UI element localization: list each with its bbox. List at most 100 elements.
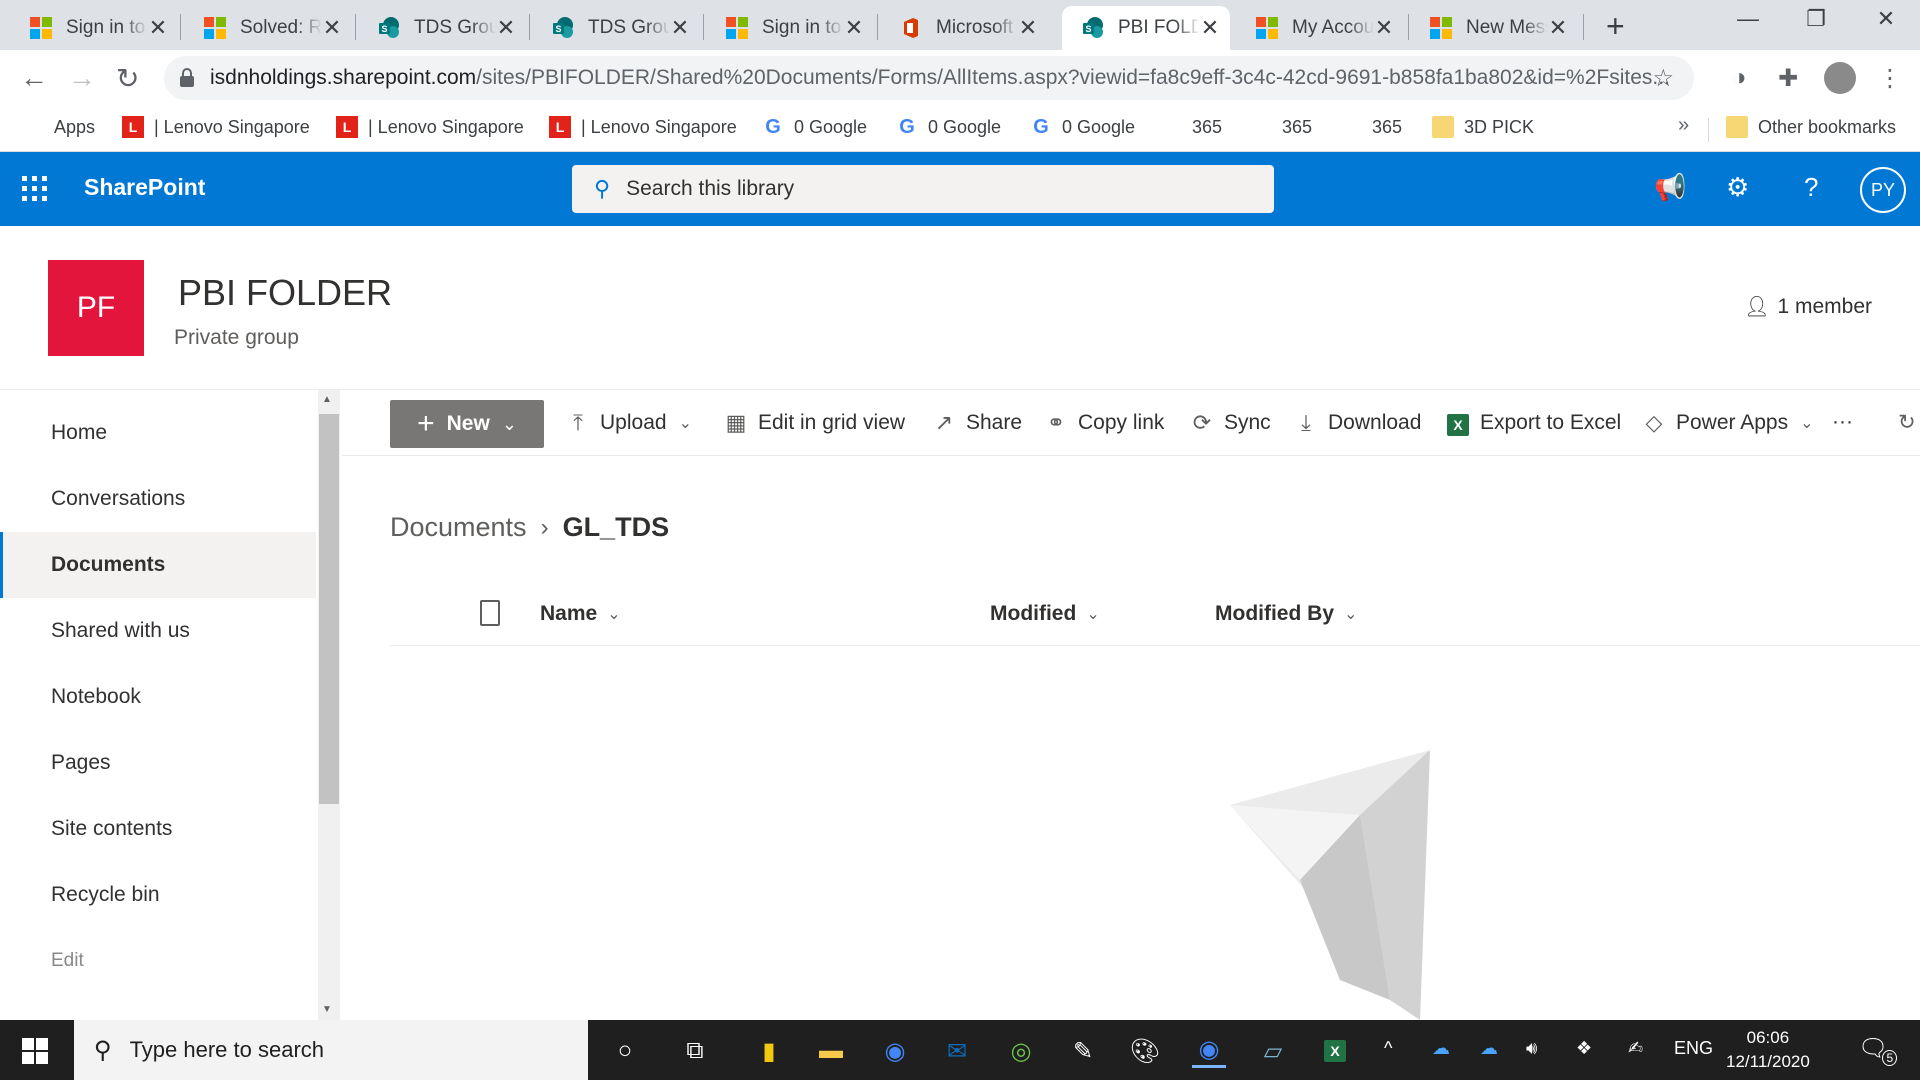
task-view-icon[interactable]: ⧉ bbox=[678, 1034, 712, 1068]
breadcrumb-documents-link[interactable]: Documents bbox=[390, 512, 527, 543]
upload-button[interactable]: ⤒ Upload ⌄ bbox=[566, 410, 692, 436]
forward-arrow-icon[interactable]: → bbox=[68, 62, 96, 94]
volume-icon[interactable]: 🔊︎ bbox=[1526, 1038, 1537, 1059]
nav-edit-link[interactable]: Edit bbox=[0, 928, 316, 994]
taskbar-search-input[interactable]: ⚲ Type here to search bbox=[74, 1020, 588, 1080]
show-hidden-icons-chevron[interactable]: ^ bbox=[1384, 1038, 1392, 1059]
extensions-puzzle-icon[interactable]: ✚ bbox=[1778, 64, 1798, 93]
edit-grid-view-button[interactable]: ▦ Edit in grid view bbox=[724, 410, 905, 436]
more-bookmarks-chevron-icon[interactable]: » bbox=[1678, 114, 1689, 137]
browser-tab[interactable]: Solved: Re ✕ bbox=[184, 6, 352, 50]
browser-tab-active[interactable]: S PBI FOLDER ✕ bbox=[1062, 6, 1230, 50]
browser-tab[interactable]: S TDS Group ✕ bbox=[358, 6, 526, 50]
app-launcher-waffle-icon[interactable] bbox=[22, 176, 47, 201]
members-button[interactable]: 👤︎ 1 member bbox=[1744, 294, 1872, 319]
column-name[interactable]: Name ⌄ bbox=[540, 602, 621, 626]
bookmark-google[interactable]: G 0 Google bbox=[762, 116, 867, 138]
sharepoint-brand[interactable]: SharePoint bbox=[84, 174, 205, 201]
bookmark-365[interactable]: 365 bbox=[1250, 116, 1312, 138]
browser-tab[interactable]: Sign in to ✕ bbox=[10, 6, 178, 50]
close-tab-icon[interactable]: ✕ bbox=[844, 15, 864, 41]
excel-taskbar-icon[interactable]: X bbox=[1318, 1034, 1352, 1068]
nav-item-conversations[interactable]: Conversations bbox=[0, 466, 316, 532]
search-library-input[interactable]: ⚲ Search this library bbox=[572, 165, 1274, 213]
nav-item-home[interactable]: Home bbox=[0, 400, 316, 466]
bookmark-apps[interactable]: Apps bbox=[22, 116, 95, 138]
column-modified-by[interactable]: Modified By ⌄ bbox=[1215, 602, 1357, 626]
bookmark-google[interactable]: G 0 Google bbox=[1030, 116, 1135, 138]
nav-item-pages[interactable]: Pages bbox=[0, 730, 316, 796]
cortana-circle-icon[interactable]: ○ bbox=[608, 1034, 642, 1068]
reload-icon[interactable]: ↻ bbox=[116, 62, 139, 95]
notifications-icon[interactable]: 🗨︎5 bbox=[1858, 1034, 1903, 1066]
close-tab-icon[interactable]: ✕ bbox=[322, 15, 342, 41]
nav-scrollbar[interactable]: ▲ ▼ bbox=[318, 390, 340, 1020]
windows-start-icon[interactable] bbox=[22, 1038, 48, 1064]
new-tab-plus-icon[interactable]: + bbox=[1606, 8, 1625, 45]
other-bookmarks[interactable]: Other bookmarks bbox=[1726, 116, 1896, 138]
nav-item-documents[interactable]: Documents bbox=[0, 532, 316, 598]
clock[interactable]: 06:06 12/11/2020 bbox=[1726, 1026, 1810, 1074]
nav-item-recycle-bin[interactable]: Recycle bin bbox=[0, 862, 316, 928]
bookmark-lenovo[interactable]: L | Lenovo Singapore bbox=[122, 116, 310, 138]
browser-tab[interactable]: New Mess ✕ bbox=[1410, 6, 1578, 50]
close-tab-icon[interactable]: ✕ bbox=[1018, 15, 1038, 41]
nav-item-shared-with-us[interactable]: Shared with us bbox=[0, 598, 316, 664]
copy-link-button[interactable]: ⚭ Copy link bbox=[1044, 410, 1165, 436]
bookmark-lenovo[interactable]: L | Lenovo Singapore bbox=[336, 116, 524, 138]
restore-icon[interactable]: ❐ bbox=[1786, 6, 1846, 32]
browser-menu-icon[interactable]: ⋮ bbox=[1878, 64, 1902, 93]
bookmark-google[interactable]: G 0 Google bbox=[896, 116, 1001, 138]
bookmark-star-icon[interactable]: ☆ bbox=[1652, 64, 1674, 93]
download-button[interactable]: ⤓ Download bbox=[1294, 410, 1421, 436]
notes-pen-icon[interactable]: ✎ bbox=[1066, 1034, 1100, 1068]
site-logo[interactable]: PF bbox=[48, 260, 144, 356]
close-tab-icon[interactable]: ✕ bbox=[1548, 15, 1568, 41]
more-commands-ellipsis[interactable]: ··· bbox=[1832, 410, 1853, 434]
close-tab-icon[interactable]: ✕ bbox=[148, 15, 168, 41]
new-button[interactable]: + New ⌄ bbox=[390, 400, 544, 448]
bookmark-lenovo[interactable]: L | Lenovo Singapore bbox=[549, 116, 737, 138]
browser-tab[interactable]: Microsoft ✕ bbox=[880, 6, 1048, 50]
close-tab-icon[interactable]: ✕ bbox=[1200, 15, 1220, 41]
onedrive-business-cloud-icon[interactable]: ☁ bbox=[1480, 1038, 1498, 1059]
onedrive-cloud-icon[interactable]: ☁ bbox=[1432, 1038, 1450, 1059]
bookmark-3d-pick[interactable]: 3D PICK bbox=[1432, 116, 1534, 138]
language-indicator[interactable]: ENG bbox=[1674, 1038, 1713, 1059]
file-explorer-icon[interactable]: ▬ bbox=[814, 1034, 848, 1068]
share-button[interactable]: ↗ Share bbox=[932, 410, 1022, 436]
pen-icon[interactable]: ✍ bbox=[1628, 1038, 1643, 1059]
close-tab-icon[interactable]: ✕ bbox=[670, 15, 690, 41]
power-bi-icon[interactable]: ▮ bbox=[752, 1034, 786, 1068]
back-arrow-icon[interactable]: ← bbox=[20, 62, 48, 94]
paint-icon[interactable]: 🎨︎ bbox=[1128, 1034, 1162, 1068]
dropbox-icon[interactable]: ❖ bbox=[1576, 1038, 1592, 1059]
refresh-icon[interactable]: ↻ bbox=[1898, 410, 1916, 435]
extension-circle-icon[interactable]: ◑ bbox=[1732, 64, 1747, 92]
close-window-icon[interactable]: ✕ bbox=[1856, 6, 1916, 32]
profile-avatar-icon[interactable] bbox=[1824, 62, 1856, 94]
power-apps-button[interactable]: ◇ Power Apps ⌄ bbox=[1642, 410, 1814, 436]
export-to-excel-button[interactable]: X Export to Excel bbox=[1446, 410, 1621, 436]
chrome-icon[interactable]: ◉ bbox=[878, 1034, 912, 1068]
bookmark-365[interactable]: 365 bbox=[1340, 116, 1402, 138]
minimize-icon[interactable]: — bbox=[1718, 6, 1778, 32]
file-type-icon[interactable] bbox=[480, 600, 500, 626]
qlik-icon[interactable]: ◎ bbox=[1004, 1034, 1038, 1068]
nav-item-site-contents[interactable]: Site contents bbox=[0, 796, 316, 862]
browser-tab[interactable]: My Accou ✕ bbox=[1236, 6, 1404, 50]
browser-tab[interactable]: S TDS Group ✕ bbox=[532, 6, 700, 50]
notepad-icon[interactable]: ▱ bbox=[1256, 1034, 1290, 1068]
bookmark-365[interactable]: 365 bbox=[1160, 116, 1222, 138]
sync-button[interactable]: ⟳ Sync bbox=[1190, 410, 1271, 436]
help-question-icon[interactable]: ? bbox=[1804, 172, 1818, 203]
browser-tab[interactable]: Sign in to ✕ bbox=[706, 6, 874, 50]
scroll-up-arrow-icon[interactable]: ▲ bbox=[322, 394, 332, 405]
user-avatar[interactable]: PY bbox=[1860, 167, 1906, 213]
site-title[interactable]: PBI FOLDER bbox=[178, 272, 392, 314]
close-tab-icon[interactable]: ✕ bbox=[496, 15, 516, 41]
nav-item-notebook[interactable]: Notebook bbox=[0, 664, 316, 730]
address-bar[interactable]: isdnholdings.sharepoint.com /sites/PBIFO… bbox=[164, 56, 1694, 100]
chrome-active-icon[interactable]: ◉ bbox=[1192, 1034, 1226, 1068]
megaphone-icon[interactable]: 📢 bbox=[1654, 172, 1686, 203]
